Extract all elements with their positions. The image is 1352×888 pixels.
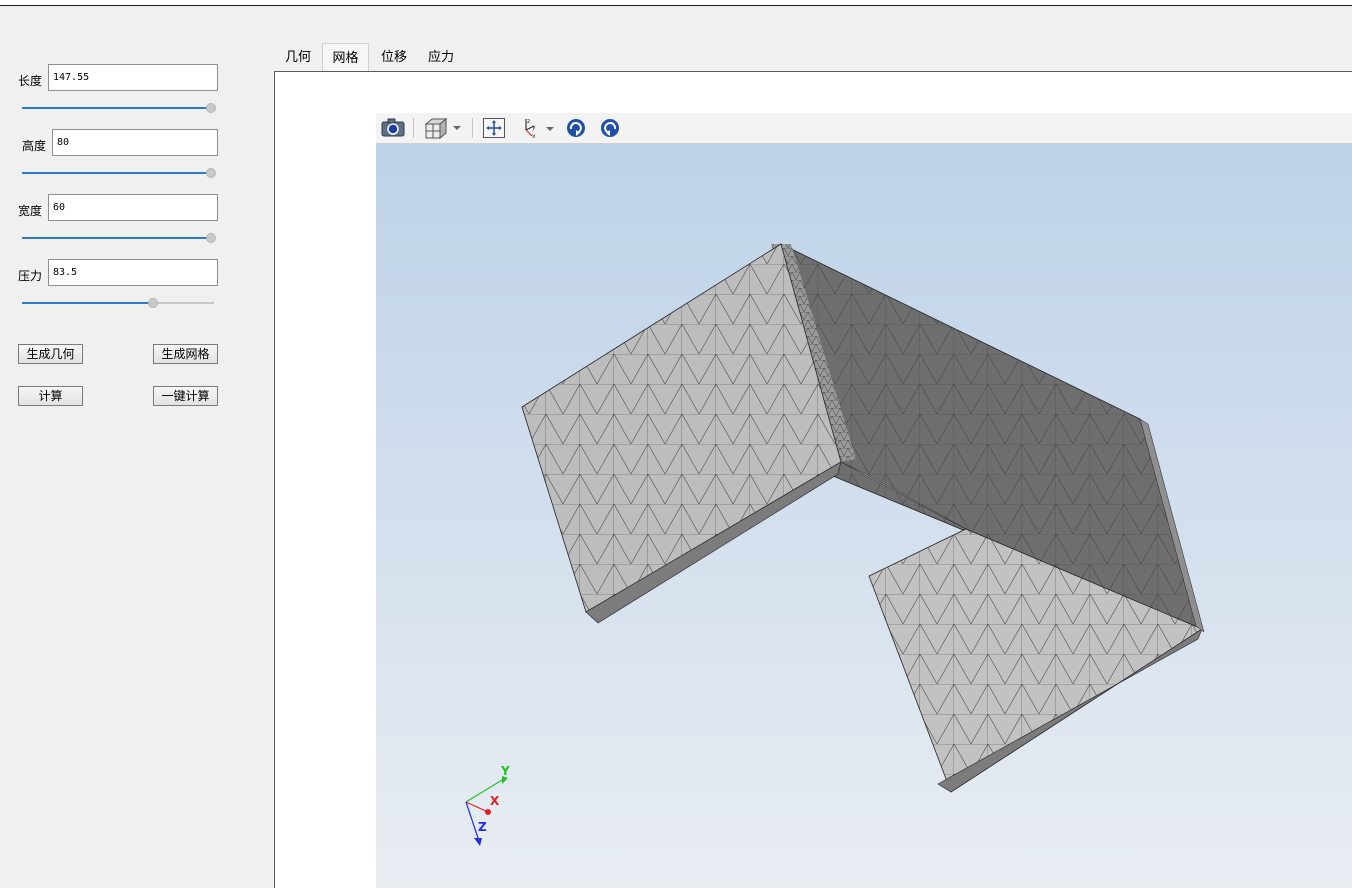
generate-geometry-button[interactable]: 生成几何 [18,344,83,364]
tab-stress[interactable]: 应力 [419,43,463,72]
slider-fill [22,302,153,304]
axes-icon[interactable]: z y x [518,116,558,140]
tab-mesh[interactable]: 网格 [322,43,369,73]
camera-icon[interactable] [380,116,406,140]
width-label: 宽度 [18,204,43,218]
slider-handle[interactable] [206,168,216,178]
axis-x-label: X [490,794,500,808]
rotate-ccw-icon[interactable] [598,116,622,140]
length-slider[interactable] [22,101,218,115]
pressure-slider[interactable] [22,296,218,310]
pressure-label: 压力 [18,269,43,283]
tab-geometry[interactable]: 几何 [276,43,320,72]
mesh-model [521,243,1205,793]
view-cube-icon[interactable] [422,116,462,140]
slider-handle[interactable] [148,298,158,308]
slider-fill [22,237,211,239]
rotate-cw-icon[interactable] [564,116,588,140]
height-label: 高度 [22,139,47,153]
toolbar-separator [472,118,473,138]
mesh-3d-viewport[interactable]: Y X Z [376,144,1352,888]
axis-y-label: Y [501,764,510,778]
slider-fill [22,107,211,109]
width-slider[interactable] [22,231,218,245]
tab-displacement[interactable]: 位移 [371,43,417,72]
slider-fill [22,172,211,174]
generate-mesh-button[interactable]: 生成网格 [153,344,218,364]
svg-text:y: y [532,124,536,131]
svg-text:x: x [532,133,536,140]
svg-text:z: z [527,118,530,125]
height-slider[interactable] [22,166,218,180]
length-label: 长度 [18,74,43,88]
fit-view-icon[interactable] [482,116,506,140]
axis-z-label: Z [478,820,487,834]
compute-button[interactable]: 计算 [18,386,83,406]
slider-handle[interactable] [206,103,216,113]
width-input[interactable] [48,194,218,221]
window-top-border [0,0,1352,6]
slider-handle[interactable] [206,233,216,243]
one-click-compute-button[interactable]: 一键计算 [153,386,218,406]
length-input[interactable] [48,64,218,91]
height-input[interactable] [52,129,218,156]
viewer-toolbar: z y x [376,113,1352,144]
toolbar-separator [413,118,414,138]
pressure-input[interactable] [48,259,218,286]
axes-triad [465,776,508,846]
